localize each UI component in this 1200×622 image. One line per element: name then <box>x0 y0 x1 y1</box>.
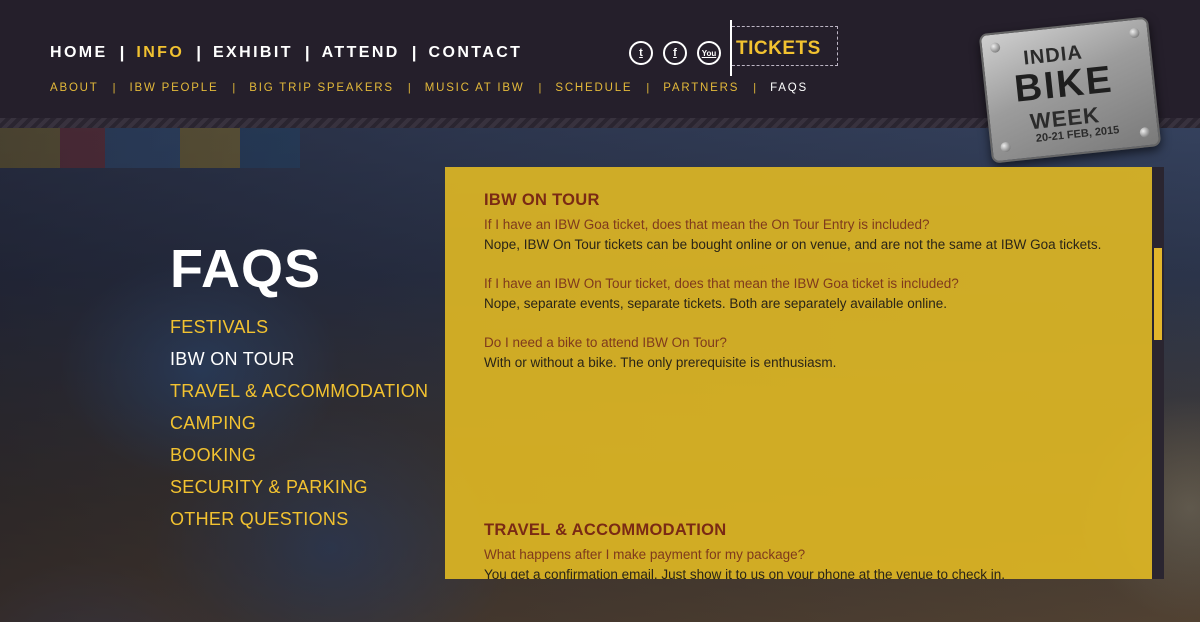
social-links: t f You <box>629 41 721 65</box>
youtube-glyph: You <box>701 48 717 58</box>
nav-separator: | <box>411 43 417 62</box>
facebook-glyph: f <box>673 47 677 59</box>
twitter-icon[interactable]: t <box>629 41 653 65</box>
faq-category-festivals[interactable]: FESTIVALS <box>170 316 428 348</box>
india-bike-week-logo[interactable]: INDIA BIKE WEEK 20-21 FEB, 2015 <box>978 16 1162 164</box>
main-nav-attend[interactable]: ATTEND <box>322 44 400 62</box>
main-nav-info[interactable]: INFO <box>136 44 184 62</box>
faq-category-security-parking[interactable]: SECURITY & PARKING <box>170 476 428 508</box>
faq-section-ibw-on-tour: IBW ON TOUR If I have an IBW Goa ticket,… <box>484 191 1124 521</box>
faq-category-nav: FESTIVALS IBW ON TOUR TRAVEL & ACCOMMODA… <box>170 316 428 540</box>
faq-question: If I have an IBW Goa ticket, does that m… <box>484 217 930 232</box>
youtube-icon[interactable]: You <box>697 41 721 65</box>
faq-question: If I have an IBW On Tour ticket, does th… <box>484 276 959 291</box>
sub-nav-separator: | <box>538 82 542 94</box>
main-nav-home[interactable]: HOME <box>50 44 108 62</box>
section-title: IBW ON TOUR <box>484 191 600 209</box>
sub-nav: ABOUT | IBW PEOPLE | BIG TRIP SPEAKERS |… <box>50 80 808 96</box>
sub-nav-about[interactable]: ABOUT <box>50 82 99 94</box>
faq-item: What happens after I make payment for my… <box>484 545 1124 579</box>
faq-answer: Nope, IBW On Tour tickets can be bought … <box>484 237 1102 252</box>
faq-section-travel-accommodation: TRAVEL & ACCOMMODATION What happens afte… <box>484 521 1124 579</box>
nav-separator: | <box>304 43 310 62</box>
main-nav-contact[interactable]: CONTACT <box>429 44 523 62</box>
sub-nav-schedule[interactable]: SCHEDULE <box>555 82 632 94</box>
bolt-icon <box>1000 141 1012 153</box>
faq-content-panel: IBW ON TOUR If I have an IBW Goa ticket,… <box>445 167 1152 579</box>
sub-nav-partners[interactable]: PARTNERS <box>663 82 739 94</box>
faq-answer: Nope, separate events, separate tickets.… <box>484 296 948 311</box>
panel-scrollbar-thumb[interactable] <box>1154 248 1162 340</box>
faq-question: What happens after I make payment for my… <box>484 547 806 562</box>
tickets-button[interactable]: TICKETS <box>730 20 838 76</box>
faq-category-ibw-on-tour[interactable]: IBW ON TOUR <box>170 348 428 380</box>
section-title: TRAVEL & ACCOMMODATION <box>484 521 727 539</box>
faq-content: IBW ON TOUR If I have an IBW Goa ticket,… <box>484 191 1124 579</box>
sub-nav-separator: | <box>753 82 757 94</box>
faq-item: If I have an IBW On Tour ticket, does th… <box>484 274 1124 314</box>
bolt-icon <box>989 42 1001 54</box>
faq-category-booking[interactable]: BOOKING <box>170 444 428 476</box>
sub-nav-separator: | <box>407 82 411 94</box>
main-nav-exhibit[interactable]: EXHIBIT <box>213 44 293 62</box>
nav-separator: | <box>119 43 125 62</box>
tickets-label: TICKETS <box>736 38 821 59</box>
bolt-icon <box>1139 126 1151 138</box>
sub-nav-separator: | <box>232 82 236 94</box>
sub-nav-separator: | <box>646 82 650 94</box>
faq-item: If I have an IBW Goa ticket, does that m… <box>484 215 1124 255</box>
sub-nav-big-trip-speakers[interactable]: BIG TRIP SPEAKERS <box>249 82 394 94</box>
faq-category-camping[interactable]: CAMPING <box>170 412 428 444</box>
twitter-glyph: t <box>639 47 643 59</box>
page-title: FAQS <box>170 239 322 299</box>
bolt-icon <box>1128 27 1140 39</box>
panel-scrollbar-track[interactable] <box>1152 167 1164 579</box>
facebook-icon[interactable]: f <box>663 41 687 65</box>
faq-category-travel-accommodation[interactable]: TRAVEL & ACCOMMODATION <box>170 380 428 412</box>
sub-nav-ibw-people[interactable]: IBW PEOPLE <box>129 82 218 94</box>
faq-answer: With or without a bike. The only prerequ… <box>484 355 837 370</box>
faq-category-other-questions[interactable]: OTHER QUESTIONS <box>170 508 428 540</box>
faq-question: Do I need a bike to attend IBW On Tour? <box>484 335 727 350</box>
logo-line-2: BIKE <box>1012 58 1116 111</box>
faq-item: Do I need a bike to attend IBW On Tour? … <box>484 333 1124 373</box>
sub-nav-faqs[interactable]: FAQS <box>770 82 808 94</box>
main-nav: HOME | INFO | EXHIBIT | ATTEND | CONTACT <box>50 42 522 64</box>
sub-nav-separator: | <box>112 82 116 94</box>
faq-answer: You get a confirmation email. Just show … <box>484 567 1006 579</box>
nav-separator: | <box>196 43 201 62</box>
sub-nav-music-at-ibw[interactable]: MUSIC AT IBW <box>425 82 525 94</box>
